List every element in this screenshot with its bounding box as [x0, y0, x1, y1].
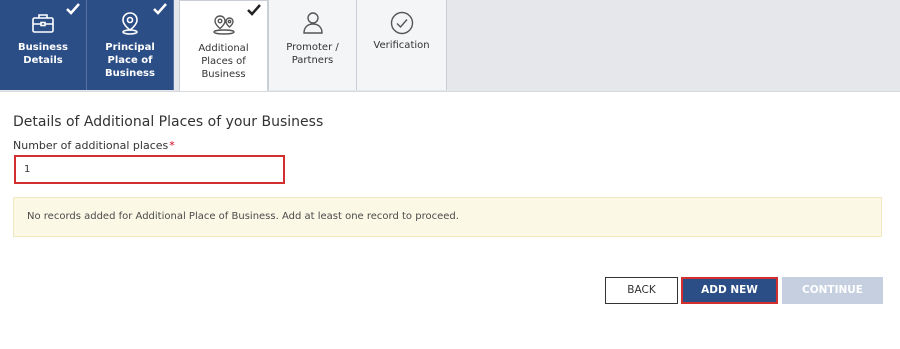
- number-of-places-input[interactable]: [14, 155, 285, 184]
- checkmark-icon: [153, 3, 167, 15]
- number-of-places-label: Number of additional places*: [13, 139, 175, 152]
- tab-additional-places[interactable]: Additional Places of Business: [179, 0, 268, 91]
- tab-label: Verification: [373, 40, 430, 51]
- required-marker: *: [169, 139, 175, 152]
- tab-promoter-partners[interactable]: Promoter / Partners: [268, 0, 357, 90]
- person-icon: [299, 9, 327, 37]
- location-pin-icon: [116, 9, 144, 37]
- add-new-button[interactable]: ADD NEW: [681, 277, 778, 304]
- multi-location-icon: [210, 10, 238, 38]
- tab-label: Promoter / Partners: [286, 42, 339, 66]
- tab-verification[interactable]: Verification: [357, 0, 447, 90]
- continue-button[interactable]: CONTINUE: [782, 277, 883, 304]
- briefcase-icon: [29, 9, 57, 37]
- tab-principal-place[interactable]: Principal Place of Business: [87, 0, 174, 90]
- tab-business-details[interactable]: Business Details: [0, 0, 87, 90]
- wizard-tab-bar: Business Details Principal Place of Busi…: [0, 0, 900, 92]
- checkmark-icon: [66, 3, 80, 15]
- section-title: Details of Additional Places of your Bus…: [13, 114, 324, 130]
- tab-label: Additional Places of Business: [198, 43, 249, 80]
- back-button[interactable]: BACK: [605, 277, 678, 304]
- checkmark-icon: [247, 4, 261, 16]
- check-circle-icon: [388, 9, 416, 37]
- tab-label: Principal Place of Business: [105, 42, 155, 79]
- tab-label: Business Details: [18, 42, 68, 66]
- no-records-notice: No records added for Additional Place of…: [13, 197, 882, 237]
